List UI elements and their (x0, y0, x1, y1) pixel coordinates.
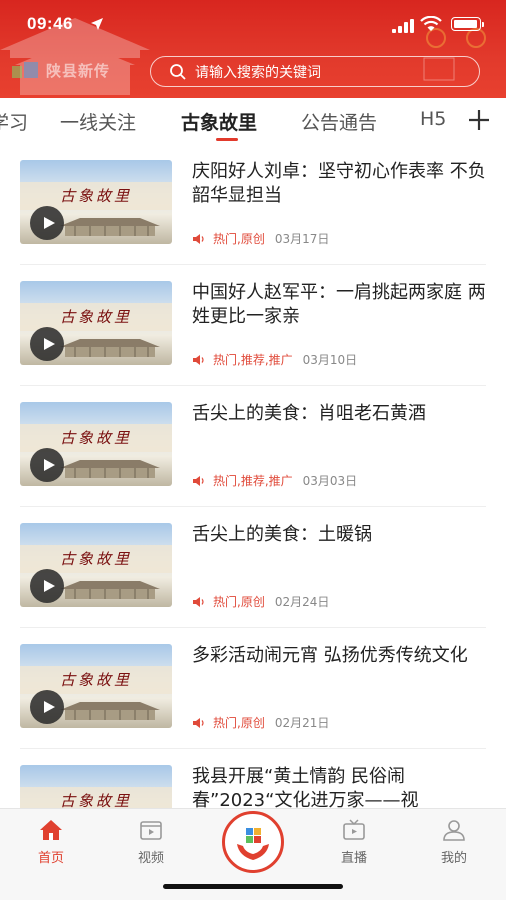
item-meta: 热门,推荐,推广 03月10日 (192, 351, 357, 368)
nav-home-label: 首页 (37, 851, 64, 866)
item-title[interactable]: 多彩活动闹元宵 弘扬优秀传统文化 (192, 644, 488, 668)
logo-text: 陕县新传 (46, 62, 111, 80)
play-icon (43, 580, 55, 592)
tab-notices[interactable]: 公告通告 (301, 108, 377, 135)
logo-mark-icon (12, 61, 38, 78)
item-meta: 热门,原创 02月24日 (192, 593, 329, 610)
item-meta: 热门,推荐,推广 03月03日 (192, 472, 357, 489)
video-thumbnail[interactable]: 古象故里 (20, 160, 172, 244)
item-tags: 热门,推荐,推广 (213, 474, 293, 488)
item-date: 03月03日 (302, 474, 358, 488)
speaker-icon (193, 717, 204, 728)
news-list: 古象故里 庆阳好人刘卓：坚守初心作表率 不负韶华显担当 热门,原创 03月17日… (0, 144, 506, 808)
battery-icon (451, 17, 484, 31)
speaker-icon (193, 233, 204, 244)
play-icon (43, 459, 55, 471)
building-illustration (60, 339, 160, 357)
video-thumbnail[interactable]: 古象故里 (20, 523, 172, 607)
nav-profile[interactable]: 我的 (424, 819, 484, 866)
play-button[interactable] (30, 327, 64, 361)
speaker-icon (193, 354, 204, 365)
item-tags: 热门,原创 (213, 232, 265, 246)
item-tags: 热门,推荐,推广 (213, 353, 293, 367)
profile-icon (443, 820, 465, 841)
video-icon (140, 821, 162, 840)
list-item[interactable]: 古象故里 舌尖上的美食：土暖锅 热门,原创 02月24日 (0, 507, 506, 628)
item-meta: 热门,原创 02月21日 (192, 714, 329, 731)
search-input[interactable]: 请输入搜索的关键词 (150, 56, 480, 87)
nav-live[interactable]: 直播 (324, 819, 384, 866)
play-icon (43, 217, 55, 229)
item-title[interactable]: 我县开展“黄土情韵 民俗闹春”2023“文化进万家——视 (192, 765, 488, 808)
item-tags: 热门,原创 (213, 716, 265, 730)
list-item[interactable]: 古象故里 庆阳好人刘卓：坚守初心作表率 不负韶华显担当 热门,原创 03月17日 (0, 144, 506, 265)
play-button[interactable] (30, 448, 64, 482)
speaker-icon (193, 596, 204, 607)
video-thumbnail[interactable]: 古象故里 (20, 765, 172, 808)
location-arrow-icon (91, 18, 103, 30)
item-date: 03月17日 (274, 232, 330, 246)
item-title[interactable]: 舌尖上的美食：土暖锅 (192, 523, 488, 547)
play-icon (43, 338, 55, 350)
item-date: 02月21日 (274, 716, 330, 730)
tab-frontline[interactable]: 一线关注 (60, 108, 136, 135)
play-button[interactable] (30, 569, 64, 603)
status-bar: 09:46 (0, 0, 506, 48)
item-tags: 热门,原创 (213, 595, 265, 609)
item-title[interactable]: 舌尖上的美食：肖咀老石黄酒 (192, 402, 488, 426)
building-illustration (60, 581, 160, 599)
play-button[interactable] (30, 690, 64, 724)
list-item[interactable]: 古象故里 舌尖上的美食：肖咀老石黄酒 热门,推荐,推广 03月03日 (0, 386, 506, 507)
building-illustration (60, 702, 160, 720)
add-tab-icon[interactable] (467, 108, 491, 132)
home-icon (40, 820, 62, 840)
item-date: 02月24日 (274, 595, 330, 609)
nav-video[interactable]: 视频 (121, 819, 181, 866)
nav-profile-label: 我的 (440, 851, 467, 866)
status-time: 09:46 (27, 14, 73, 33)
app-header: 09:46 陕县新传 请输入搜索的关键词 (0, 0, 506, 98)
building-illustration (60, 460, 160, 478)
app-logo: 陕县新传 (12, 60, 110, 81)
thumbnail-banner-text: 古象故里 (20, 787, 172, 808)
item-date: 03月10日 (302, 353, 358, 367)
nav-video-label: 视频 (137, 851, 164, 866)
active-tab-indicator (216, 138, 238, 141)
speaker-icon (193, 475, 204, 486)
search-icon (170, 63, 186, 80)
cellular-signal-icon (392, 19, 414, 33)
video-thumbnail[interactable]: 古象故里 (20, 644, 172, 728)
nav-live-label: 直播 (340, 851, 367, 866)
video-thumbnail[interactable]: 古象故里 (20, 281, 172, 365)
home-indicator (163, 884, 343, 889)
item-title[interactable]: 庆阳好人刘卓：坚守初心作表率 不负韶华显担当 (192, 160, 488, 208)
play-button[interactable] (30, 206, 64, 240)
play-icon (43, 701, 55, 713)
wifi-icon (420, 16, 442, 31)
item-title[interactable]: 中国好人赵军平：一肩挑起两家庭 两姓更比一家亲 (192, 281, 488, 329)
list-item[interactable]: 古象故里 中国好人赵军平：一肩挑起两家庭 两姓更比一家亲 热门,推荐,推广 03… (0, 265, 506, 386)
center-logo-button[interactable] (222, 811, 284, 873)
center-logo-icon (237, 828, 269, 860)
list-item[interactable]: 古象故里 多彩活动闹元宵 弘扬优秀传统文化 热门,原创 02月21日 (0, 628, 506, 749)
tab-guxiang[interactable]: 古象故里 (181, 108, 257, 135)
list-item[interactable]: 古象故里 我县开展“黄土情韵 民俗闹春”2023“文化进万家——视 (0, 749, 506, 808)
live-tv-icon (343, 819, 365, 840)
item-meta: 热门,原创 03月17日 (192, 230, 329, 247)
category-tabs: 学习 一线关注 古象故里 公告通告 H5 (0, 98, 506, 144)
nav-home[interactable]: 首页 (21, 819, 81, 866)
tab-study[interactable]: 学习 (0, 108, 28, 135)
tab-h5[interactable]: H5 (420, 108, 446, 130)
building-illustration (60, 218, 160, 236)
search-placeholder: 请输入搜索的关键词 (195, 64, 321, 81)
video-thumbnail[interactable]: 古象故里 (20, 402, 172, 486)
